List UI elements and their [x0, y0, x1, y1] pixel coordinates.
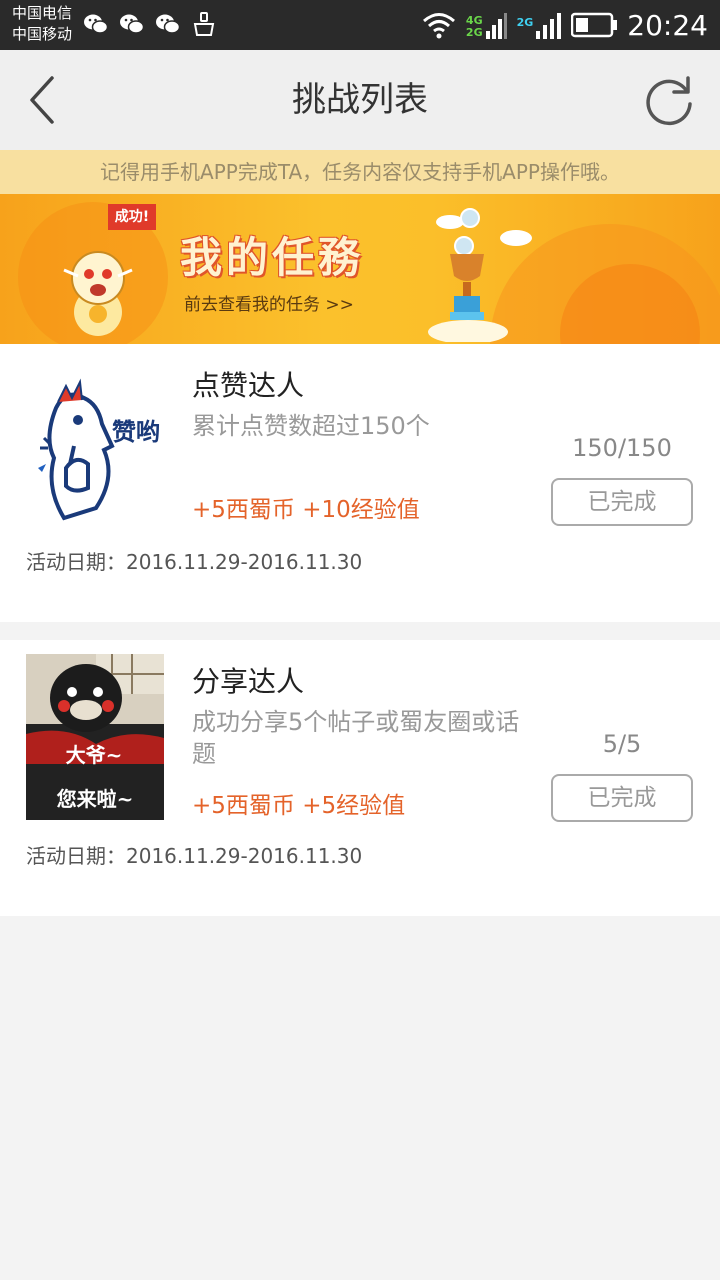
notice-bar: 记得用手机APP完成TA，任务内容仅支持手机APP操作哦。 [0, 150, 720, 194]
notification-icons [82, 10, 218, 38]
clock: 20:24 [627, 8, 708, 42]
network-label: 2G [465, 26, 483, 39]
thumbs-up-mascot-image: 赞哟 [26, 368, 164, 534]
task-reward: +5西蜀币 +10经验值 [192, 497, 420, 523]
mascot-illustration [63, 251, 133, 336]
task-reward: +5西蜀币 +5经验值 [192, 793, 406, 819]
page-title: 挑战列表 [292, 80, 428, 120]
cleaner-icon [193, 12, 215, 36]
signal-group-1: 4G 2G [466, 11, 507, 39]
status-right: 4G 2G 2G 20:24 [422, 0, 708, 50]
banner-title: 我的任務 [180, 233, 365, 282]
back-button[interactable] [22, 72, 66, 128]
app-header: 挑战列表 [0, 50, 720, 150]
signal-icon [485, 13, 507, 39]
battery-icon [571, 12, 618, 38]
refresh-button[interactable] [644, 74, 696, 126]
task-description: 成功分享5个帖子或蜀友圈或话题 [192, 708, 520, 768]
banner-subtitle[interactable]: 前去查看我的任务 >> [184, 290, 354, 315]
status-bar: 中国电信 中国移动 4G 2G 2G 20:24 [0, 0, 720, 50]
completed-button[interactable]: 已完成 [551, 774, 693, 822]
task-thumbnail: 赞哟 [26, 368, 164, 534]
carrier-2: 中国移动 [12, 25, 73, 43]
signal-icon [536, 13, 562, 39]
task-title: 分享达人 [192, 665, 305, 698]
wechat-icon [156, 14, 181, 34]
thumbnail-text: 赞哟 [111, 418, 160, 446]
task-card[interactable]: 大爷~ 您来啦~ 分享达人 成功分享5个帖子或蜀友圈或话题 +5西蜀币 +5经验… [0, 640, 720, 916]
success-flag: 成功! [108, 204, 156, 230]
task-progress: 5/5 [602, 730, 642, 758]
wechat-icon [120, 14, 145, 34]
trophy-illustration [428, 208, 532, 342]
wechat-icon [84, 14, 109, 34]
network-label: 2G [516, 16, 534, 29]
task-description: 累计点赞数超过150个 [192, 412, 430, 440]
signal-group-2: 2G [517, 11, 562, 39]
task-card[interactable]: 赞哟 点赞达人 累计点赞数超过150个 +5西蜀币 +10经验值 150/150… [0, 344, 720, 622]
task-progress: 150/150 [572, 434, 672, 462]
task-date: 活动日期：2016.11.29-2016.11.30 [26, 550, 363, 574]
wifi-icon [422, 13, 455, 39]
carrier-1: 中国电信 [12, 4, 73, 22]
thumbnail-text: 您来啦~ [57, 787, 134, 811]
my-tasks-banner[interactable]: 成功! 我的任務 前去查看我的任务 >> [0, 194, 720, 344]
chevron-left-icon [30, 76, 54, 124]
refresh-icon [646, 76, 692, 126]
kumamon-meme-image: 大爷~ 您来啦~ [26, 654, 164, 820]
completed-button[interactable]: 已完成 [551, 478, 693, 526]
task-thumbnail: 大爷~ 您来啦~ [26, 654, 164, 820]
carrier-labels: 中国电信 中国移动 [12, 3, 72, 45]
task-title: 点赞达人 [192, 369, 305, 402]
task-date: 活动日期：2016.11.29-2016.11.30 [26, 844, 363, 868]
thumbnail-text: 大爷~ [66, 743, 123, 767]
